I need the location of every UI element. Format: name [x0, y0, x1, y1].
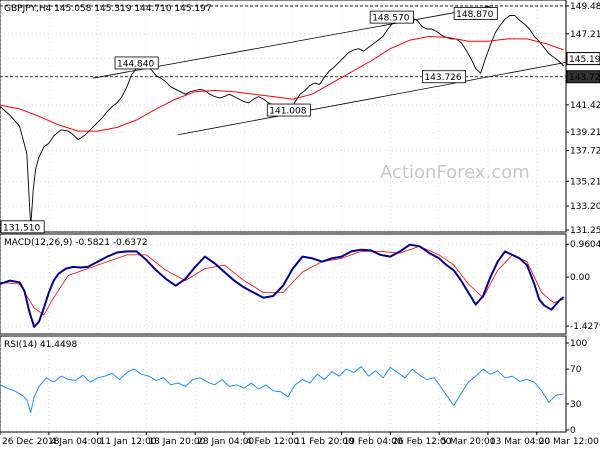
annotation-label: 131.510	[3, 223, 40, 233]
annotation-label: 143.726	[424, 73, 461, 83]
price-tick-label: 137.725	[570, 146, 600, 156]
macd-tick-label: 0.00	[570, 273, 590, 283]
price-price-tag: 145.197	[569, 55, 600, 65]
x-tick-label: 4 Jan 04:00	[51, 437, 103, 447]
macd-tick-label: 0.9604	[570, 240, 600, 250]
price-tick-label: 141.425	[570, 101, 600, 111]
gbpjpy-chart: ActionForex.com 131.510 144.840 141.008 148…	[0, 0, 600, 450]
price-price-tag: 143.720	[569, 73, 600, 83]
price-tick-label: 139.215	[570, 128, 600, 138]
annotation-label: 141.008	[269, 107, 306, 117]
rsi-tick-label: 30	[570, 400, 582, 410]
chart-title: GBPJPY,H4 145.058 145.319 144.710 145.19…	[4, 4, 212, 14]
annotation-label: 148.870	[456, 10, 493, 20]
watermark: ActionForex.com	[380, 162, 530, 183]
annotation-label: 148.570	[372, 14, 409, 24]
macd-label: MACD(12,26,9) -0.5821 -0.6372	[4, 238, 148, 248]
price-tick-label: 149.480	[570, 2, 600, 12]
price-tick-label: 131.250	[570, 226, 600, 236]
x-tick-label: 5 Mar 20:00	[441, 437, 496, 447]
rsi-tick-label: 0	[570, 426, 576, 436]
price-tick-label: 133.205	[570, 202, 600, 212]
x-tick-label: 20 Mar 12:00	[539, 437, 599, 447]
macd-tick-label: -1.4279	[570, 322, 600, 332]
rsi-tick-label: 70	[570, 365, 582, 375]
price-tick-label: 135.215	[570, 177, 600, 187]
annotation-label: 144.840	[117, 59, 154, 69]
rsi-label: RSI(14) 41.4498	[4, 340, 77, 350]
x-tick-label: 4 Feb 12:00	[246, 437, 300, 447]
price-tick-label: 147.210	[570, 30, 600, 40]
rsi-tick-label: 100	[570, 339, 587, 349]
